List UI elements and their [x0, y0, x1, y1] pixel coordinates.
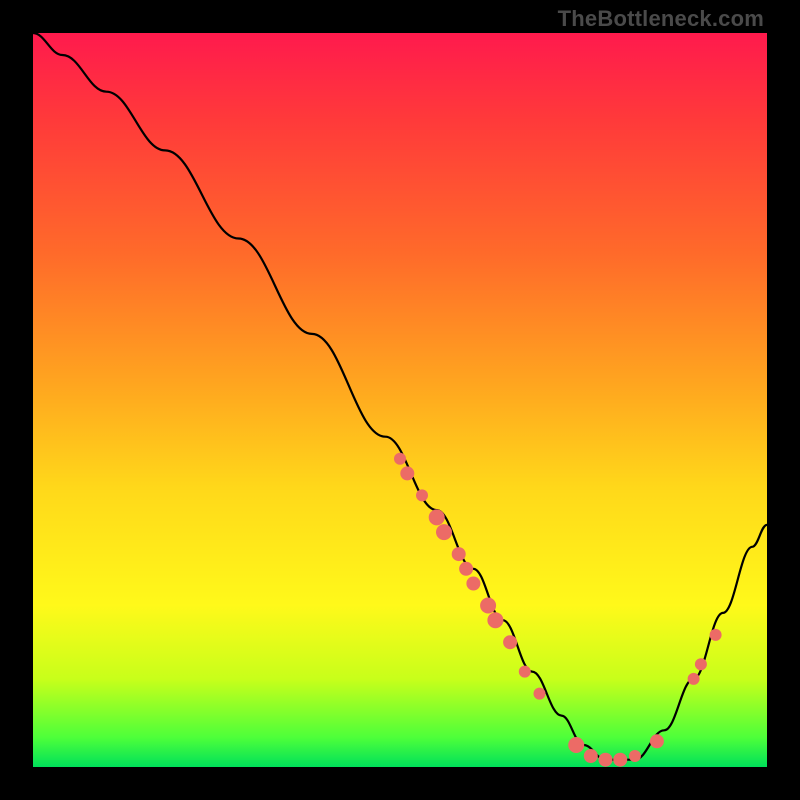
chart-frame: TheBottleneck.com	[0, 0, 800, 800]
data-marker	[436, 524, 452, 540]
data-marker	[534, 688, 546, 700]
data-marker	[519, 666, 531, 678]
data-marker	[695, 658, 707, 670]
bottleneck-curve	[33, 33, 767, 760]
watermark-text: TheBottleneck.com	[558, 6, 764, 32]
data-marker	[416, 489, 428, 501]
data-marker	[429, 509, 445, 525]
chart-plot-area	[33, 33, 767, 767]
data-marker	[650, 734, 664, 748]
data-marker	[466, 577, 480, 591]
data-marker	[400, 466, 414, 480]
data-marker	[599, 753, 613, 767]
data-marker	[503, 635, 517, 649]
data-marker	[394, 453, 406, 465]
data-marker	[487, 612, 503, 628]
data-marker	[710, 629, 722, 641]
data-marker	[568, 737, 584, 753]
data-marker	[629, 750, 641, 762]
data-marker	[613, 753, 627, 767]
chart-svg	[33, 33, 767, 767]
data-marker	[688, 673, 700, 685]
data-marker	[459, 562, 473, 576]
data-marker	[480, 598, 496, 614]
data-marker	[584, 749, 598, 763]
data-marker	[452, 547, 466, 561]
